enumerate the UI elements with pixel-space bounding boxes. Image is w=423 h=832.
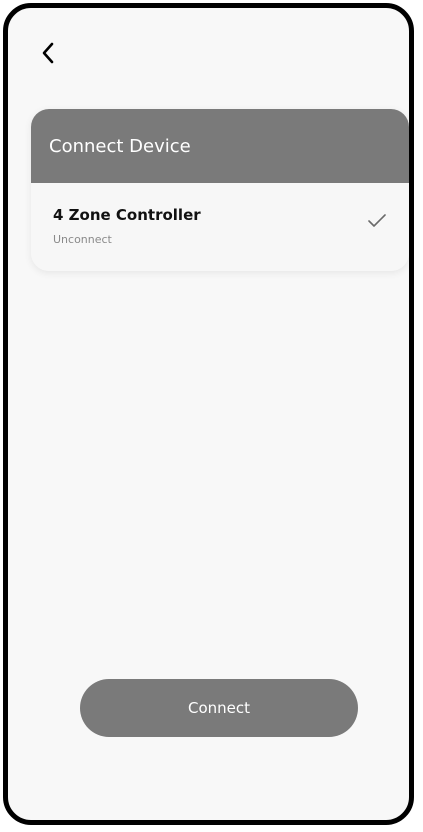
card-title: Connect Device: [49, 135, 191, 157]
device-status: Unconnect: [53, 233, 112, 246]
device-name: 4 Zone Controller: [53, 206, 201, 224]
checkmark-icon: [368, 214, 386, 227]
device-list-item[interactable]: 4 Zone Controller Unconnect: [31, 183, 409, 271]
phone-frame: Connect Device 4 Zone Controller Unconne…: [3, 3, 414, 825]
connect-button[interactable]: Connect: [80, 679, 358, 737]
connect-device-card: Connect Device 4 Zone Controller Unconne…: [31, 109, 409, 271]
card-header: Connect Device: [31, 109, 409, 183]
back-button[interactable]: [36, 38, 60, 68]
chevron-left-icon: [42, 42, 54, 64]
connect-button-label: Connect: [187, 699, 251, 717]
